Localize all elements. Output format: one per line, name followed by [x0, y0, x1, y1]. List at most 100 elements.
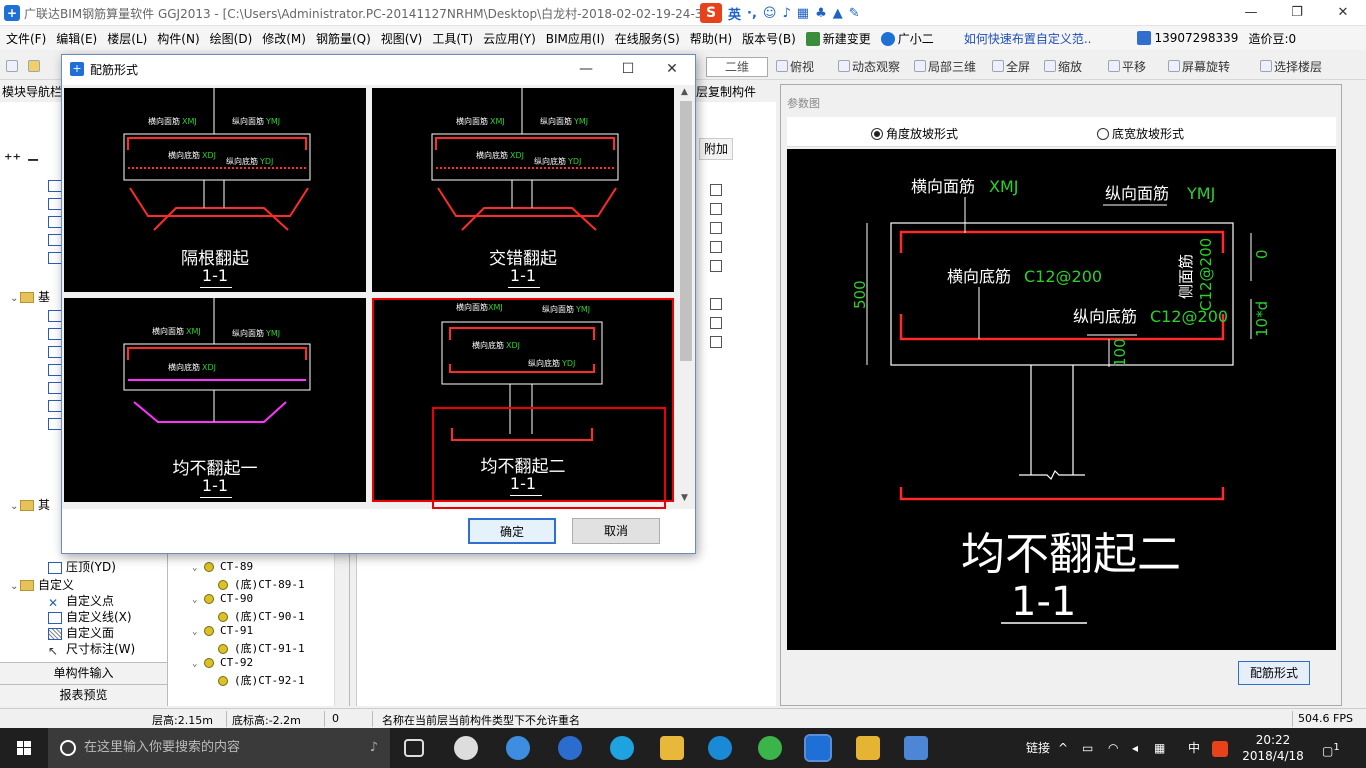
list-item[interactable]: ⌄ CT-89 — [192, 560, 253, 573]
fullscreen-button[interactable]: 全屏 — [992, 58, 1030, 76]
list-item[interactable]: (底)CT-92-1 — [218, 672, 305, 688]
help-link[interactable]: 如何快速布置自定义范.. — [958, 30, 1096, 47]
tree-leaf-custom-line[interactable]: 自定义线(X) — [48, 608, 132, 625]
network-icon[interactable]: ▭ — [1082, 728, 1093, 768]
open-file-button[interactable] — [28, 58, 42, 76]
collapse-icon[interactable]: ⌄ — [10, 581, 20, 592]
glodon-app-icon[interactable] — [708, 736, 732, 760]
extra-checkbox[interactable] — [710, 241, 722, 253]
parameter-drawing[interactable]: 横向面筋 XMJ 纵向面筋 YMJ 横向底筋 C12@200 纵向底筋 C12@… — [787, 149, 1336, 650]
browser-icon[interactable] — [558, 736, 582, 760]
tree-folder-other[interactable]: ⌄ 其 — [10, 496, 50, 513]
rotate-screen-button[interactable]: 屏幕旋转 — [1168, 58, 1230, 76]
mic-icon[interactable]: ♪ — [782, 6, 790, 21]
input-lang[interactable]: 中 — [1188, 728, 1200, 768]
menu-edit[interactable]: 编辑(E) — [50, 30, 101, 47]
screenshot-icon[interactable] — [904, 736, 928, 760]
angle-slope-radio[interactable]: 角度放坡形式 — [871, 125, 958, 142]
rebar-form-button[interactable]: 配筋形式 — [1238, 661, 1310, 685]
scroll-thumb[interactable] — [680, 101, 692, 361]
list-item[interactable]: ⌄ CT-90 — [192, 592, 253, 605]
minimize-icon[interactable]: — — [1228, 0, 1274, 26]
menu-tools[interactable]: 工具(T) — [426, 30, 477, 47]
menu-cloud[interactable]: 云应用(Y) — [477, 30, 540, 47]
taskbar-search[interactable]: 在这里输入你要搜索的内容 ♪ — [48, 728, 390, 768]
close-icon[interactable]: ✕ — [1320, 0, 1366, 26]
expand-collapse-icon[interactable]: ⁺⁺ − — [4, 150, 40, 169]
sogou-tray-icon[interactable] — [1212, 728, 1228, 768]
file-explorer-icon[interactable] — [660, 736, 684, 760]
option-staggered-bend[interactable]: 横向面筋 XMJ 纵向面筋 YMJ 横向底筋 XDJ 纵向底筋 YDJ 交错翻起… — [372, 88, 674, 292]
local-3d-button[interactable]: 局部三维 — [914, 58, 976, 76]
menu-component[interactable]: 构件(N) — [151, 30, 203, 47]
assistant-button[interactable]: 广小二 — [875, 30, 938, 47]
new-change-button[interactable]: 新建变更 — [800, 30, 875, 47]
punctuation-icon[interactable]: ·, — [747, 6, 757, 21]
ggj-app-icon[interactable] — [804, 734, 832, 762]
cancel-button[interactable]: 取消 — [572, 518, 660, 544]
green-app-icon[interactable] — [758, 736, 782, 760]
skin-icon[interactable]: ♣ — [815, 6, 827, 21]
close-icon[interactable]: ✕ — [652, 57, 692, 81]
ime-toolbar[interactable]: S 英 ·, ☺ ♪ ▦ ♣ ▲ ✎ — [700, 3, 860, 23]
keyboard-icon[interactable]: ▦ — [797, 6, 809, 21]
extra-checkbox[interactable] — [710, 336, 722, 348]
menu-help[interactable]: 帮助(H) — [684, 30, 736, 47]
width-slope-radio[interactable]: 底宽放坡形式 — [1097, 125, 1184, 142]
tray-chevron-icon[interactable]: ^ — [1058, 728, 1068, 768]
tree-leaf-custom-face[interactable]: 自定义面 — [48, 624, 114, 641]
collapse-icon[interactable]: ⌄ — [10, 293, 20, 304]
notes-icon[interactable] — [856, 736, 880, 760]
list-item[interactable]: ⌄ CT-91 — [192, 624, 253, 637]
pan-button[interactable]: 平移 — [1108, 58, 1146, 76]
extra-checkbox[interactable] — [710, 184, 722, 196]
list-item[interactable]: (底)CT-90-1 — [218, 608, 305, 624]
sogou-icon[interactable]: S — [700, 3, 722, 23]
scroll-down-icon[interactable]: ▼ — [681, 493, 688, 503]
volume-icon[interactable]: ◂ — [1132, 728, 1138, 768]
extra-checkbox[interactable] — [710, 222, 722, 234]
collapse-icon[interactable]: ⌄ — [10, 501, 20, 512]
extra-checkbox[interactable] — [710, 317, 722, 329]
scroll-up-icon[interactable]: ▲ — [681, 87, 688, 97]
user-account[interactable]: 13907298339 — [1131, 31, 1242, 46]
minimize-icon[interactable]: — — [566, 57, 606, 81]
floor-copy-button[interactable]: 层复制构件 — [696, 83, 756, 100]
collapse-icon[interactable]: ⌄ — [192, 627, 204, 637]
list-item[interactable]: ⌄ CT-92 — [192, 656, 253, 669]
new-file-button[interactable] — [6, 58, 20, 76]
menu-version[interactable]: 版本号(B) — [736, 30, 800, 47]
dialog-scrollbar[interactable]: ▲ ▼ — [678, 87, 694, 507]
wifi-icon[interactable]: ◠ — [1108, 728, 1118, 768]
tree-folder-custom[interactable]: ⌄ 自定义 — [10, 576, 74, 593]
wrench-icon[interactable]: ✎ — [849, 6, 860, 21]
edge-icon[interactable] — [506, 736, 530, 760]
ie-icon[interactable] — [610, 736, 634, 760]
menu-modify[interactable]: 修改(M) — [256, 30, 310, 47]
option-alternate-bend[interactable]: 横向面筋 XMJ 纵向面筋 YMJ 横向底筋 XDJ 纵向底筋 YDJ 隔根翻起… — [64, 88, 366, 292]
tree-folder-foundation[interactable]: ⌄ 基 — [10, 288, 50, 305]
fan-app-icon[interactable] — [454, 736, 478, 760]
extra-checkbox[interactable] — [710, 203, 722, 215]
shirt-icon[interactable]: ▲ — [833, 6, 843, 21]
report-preview-button[interactable]: 报表预览 — [0, 684, 167, 706]
task-view-icon[interactable] — [404, 739, 424, 757]
zoom-button[interactable]: 缩放 — [1044, 58, 1082, 76]
menu-view[interactable]: 视图(V) — [375, 30, 427, 47]
collapse-icon[interactable]: ⌄ — [192, 659, 204, 669]
list-item[interactable]: (底)CT-91-1 — [218, 640, 305, 656]
extra-checkbox[interactable] — [710, 298, 722, 310]
collapse-icon[interactable]: ⌄ — [192, 563, 204, 573]
menu-rebar-quantity[interactable]: 钢筋量(Q) — [310, 30, 375, 47]
emoji-icon[interactable]: ☺ — [763, 6, 777, 21]
menu-draw[interactable]: 绘图(D) — [204, 30, 257, 47]
menu-bim[interactable]: BIM应用(I) — [540, 30, 609, 47]
menu-floor[interactable]: 楼层(L) — [101, 30, 151, 47]
option-no-bend-one[interactable]: 横向面筋 XMJ 纵向面筋 YMJ 横向底筋 XDJ 均不翻起一 1-1 — [64, 298, 366, 502]
single-input-button[interactable]: 单构件输入 — [0, 662, 167, 684]
select-floor-button[interactable]: 选择楼层 — [1260, 58, 1322, 76]
keyboard-icon[interactable]: ▦ — [1154, 728, 1165, 768]
view-mode-select[interactable]: 二维 — [706, 57, 768, 77]
menu-file[interactable]: 文件(F) — [0, 30, 50, 47]
dynamic-view-button[interactable]: 动态观察 — [838, 58, 900, 76]
